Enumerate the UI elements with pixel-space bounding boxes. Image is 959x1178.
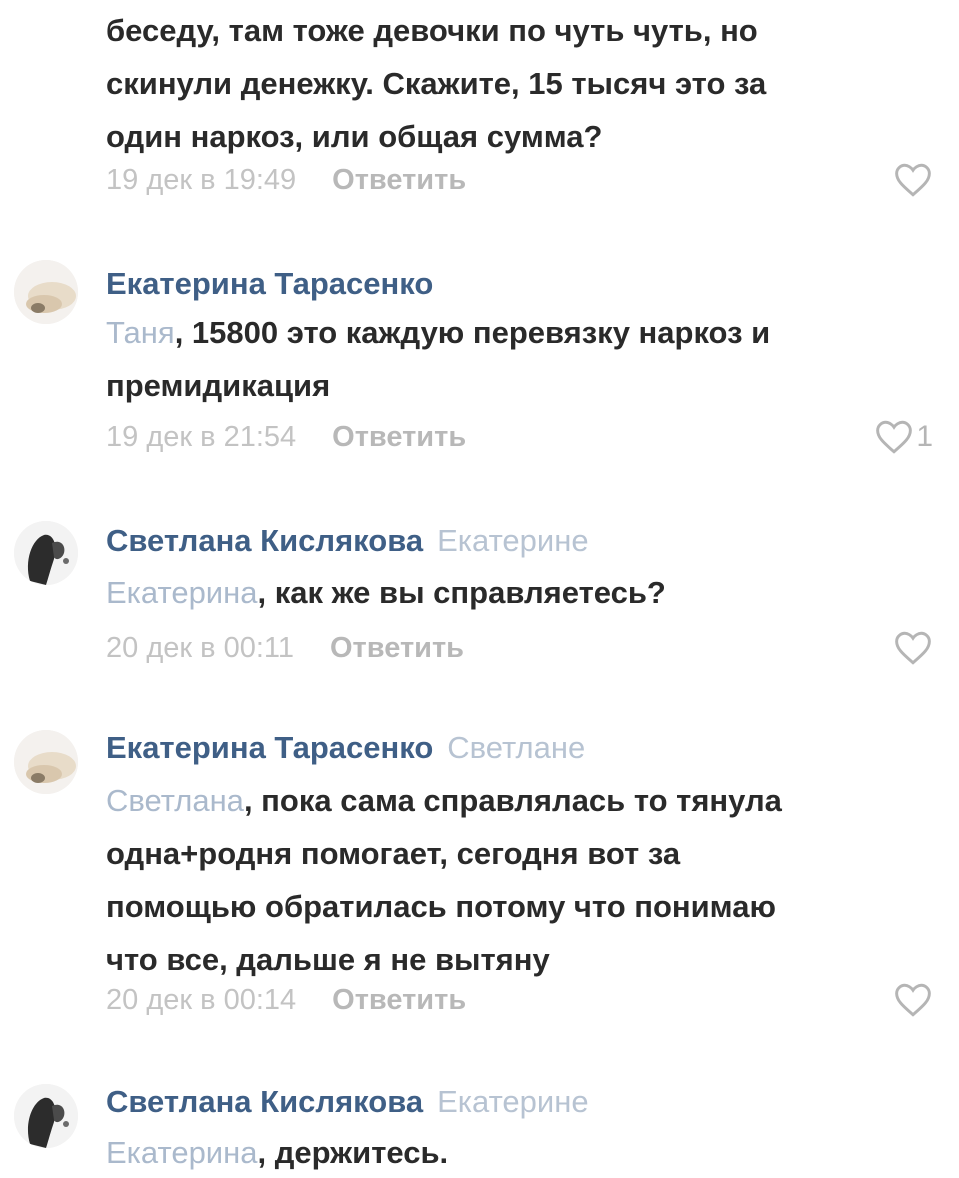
avatar[interactable] — [14, 521, 78, 585]
avatar-image — [14, 1084, 78, 1148]
comment-text-line: один наркоз, или общая сумма? — [106, 119, 603, 154]
comment-text-span: , как же вы справляетесь? — [257, 575, 666, 610]
avatar-image — [14, 730, 78, 794]
comment-date: 19 дек в 19:49 — [106, 164, 297, 196]
author-name[interactable]: Светлана Кислякова — [106, 1084, 423, 1119]
reply-to-label[interactable]: Екатерине — [437, 1084, 589, 1119]
avatar-image — [14, 521, 78, 585]
reply-button[interactable]: Ответить — [332, 984, 466, 1016]
comment-item: Светлана Кислякова Екатерине Екатерина, к… — [0, 515, 959, 685]
comment-text-line: беседу, там тоже девочки по чуть чуть, н… — [106, 13, 758, 48]
comment-text-line: помощью обратилась потому что понимаю — [106, 889, 776, 924]
addressee-link[interactable]: Екатерина — [106, 1135, 258, 1170]
comment-text-line: одна+родня помогает, сегодня вот за — [106, 836, 681, 871]
comment-text: Светлана, пока сама справлялась то тянул… — [106, 774, 926, 986]
reply-button[interactable]: Ответить — [330, 632, 464, 664]
comment-meta: 19 дек в 19:49 Ответить — [106, 160, 466, 200]
comment-text-line: что все, дальше я не вытяну — [106, 942, 550, 977]
author-name[interactable]: Светлана Кислякова — [106, 523, 423, 558]
comment-meta: 19 дек в 21:54 Ответить — [106, 417, 466, 457]
comment-item: Светлана Кислякова Екатерине Екатерина, д… — [0, 1080, 959, 1178]
reply-button[interactable]: Ответить — [332, 164, 466, 196]
addressee-link[interactable]: Таня — [106, 315, 175, 350]
comments-feed: беседу, там тоже девочки по чуть чуть, н… — [0, 0, 959, 1178]
author-name[interactable]: Екатерина Тарасенко — [106, 266, 433, 301]
like-button[interactable] — [893, 980, 933, 1020]
comment-text-line: Таня, 15800 это каждую перевязку наркоз … — [106, 306, 926, 359]
comment-text-span: , 15800 это каждую перевязку наркоз и — [174, 315, 771, 350]
reply-button[interactable]: Ответить — [332, 421, 466, 453]
like-button[interactable] — [893, 160, 933, 200]
avatar[interactable] — [14, 260, 78, 324]
avatar[interactable] — [14, 1084, 78, 1148]
heart-outline-icon — [895, 163, 931, 197]
comment-item: беседу, там тоже девочки по чуть чуть, н… — [0, 0, 959, 215]
comment-text-line: Екатерина, держитесь. — [106, 1126, 926, 1178]
comment-item: Екатерина Тарасенко Таня, 15800 это кажд… — [0, 250, 959, 480]
heart-outline-icon — [895, 631, 931, 665]
addressee-link[interactable]: Екатерина — [106, 575, 258, 610]
reply-to-label[interactable]: Екатерине — [437, 523, 589, 558]
comment-date: 19 дек в 21:54 — [106, 421, 297, 453]
comment-text: Екатерина, как же вы справляетесь? — [106, 566, 926, 619]
reply-to-label[interactable]: Светлане — [447, 730, 585, 765]
avatar-image — [14, 260, 78, 324]
like-button[interactable] — [893, 628, 933, 668]
addressee-link[interactable]: Светлана — [106, 783, 244, 818]
heart-outline-icon — [895, 983, 931, 1017]
comment-header: Светлана Кислякова Екатерине — [106, 521, 589, 561]
comment-text-line: премидикация — [106, 368, 331, 403]
comment-date: 20 дек в 00:11 — [106, 632, 294, 664]
avatar[interactable] — [14, 730, 78, 794]
comment-text: Екатерина, держитесь. — [106, 1126, 926, 1178]
comment-text-line: Екатерина, как же вы справляетесь? — [106, 566, 926, 619]
comment-header: Екатерина Тарасенко — [106, 264, 433, 304]
like-count: 1 — [916, 420, 933, 453]
heart-outline-icon — [876, 420, 913, 454]
comment-date: 20 дек в 00:14 — [106, 984, 297, 1016]
comment-text-span: , пока сама справлялась то тянула — [243, 783, 782, 818]
comment-text-span: , держитесь. — [257, 1135, 449, 1170]
comment-header: Екатерина Тарасенко Светлане — [106, 728, 585, 768]
like-button[interactable]: 1 — [874, 417, 933, 457]
comment-text-line: скинули денежку. Скажите, 15 тысяч это з… — [106, 66, 767, 101]
comment-item: Екатерина Тарасенко Светлане Светлана, по… — [0, 724, 959, 1044]
comment-text: беседу, там тоже девочки по чуть чуть, н… — [106, 4, 926, 163]
comment-meta: 20 дек в 00:14 Ответить — [106, 980, 466, 1020]
comment-header: Светлана Кислякова Екатерине — [106, 1082, 589, 1122]
author-name[interactable]: Екатерина Тарасенко — [106, 730, 433, 765]
comment-text: Таня, 15800 это каждую перевязку наркоз … — [106, 306, 926, 412]
comment-meta: 20 дек в 00:11 Ответить — [106, 628, 464, 668]
comment-text-line: Светлана, пока сама справлялась то тянул… — [106, 774, 926, 827]
